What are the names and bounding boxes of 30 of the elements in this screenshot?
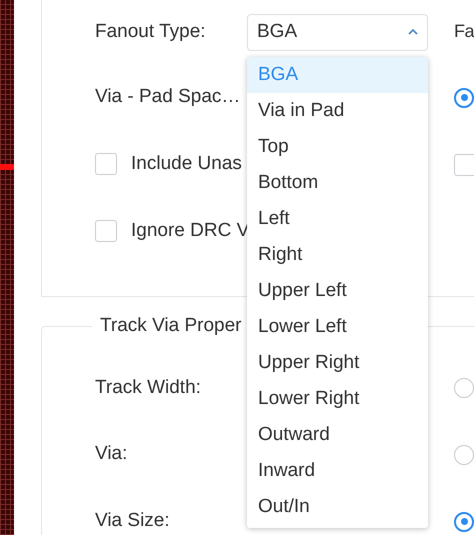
checkbox[interactable] bbox=[95, 153, 117, 176]
field-label: Via Size: bbox=[95, 510, 171, 533]
checkbox-label: Include Unas bbox=[131, 153, 242, 176]
menu-item[interactable]: Upper Left bbox=[247, 272, 428, 308]
radio-button[interactable] bbox=[454, 444, 474, 464]
field-label: Track Width: bbox=[95, 376, 202, 400]
menu-item[interactable]: Bottom bbox=[247, 164, 428, 200]
radio-button[interactable] bbox=[454, 88, 474, 108]
menu-item[interactable]: Outward bbox=[247, 416, 428, 452]
caret-icon bbox=[408, 29, 418, 35]
field-label: Via - Pad Spac… bbox=[95, 86, 242, 109]
menu-item[interactable]: Lower Right bbox=[247, 380, 428, 416]
checkbox[interactable] bbox=[95, 220, 117, 242]
checkbox[interactable] bbox=[454, 154, 474, 176]
menu-item[interactable]: Via in Pad bbox=[247, 92, 428, 128]
field-label: Fa bbox=[454, 21, 474, 43]
field-label: Fanout Type: bbox=[95, 20, 207, 44]
menu-item[interactable]: Right bbox=[247, 236, 428, 272]
menu-item[interactable]: Out/In bbox=[247, 488, 428, 524]
section-title: Track Via Proper bbox=[92, 315, 250, 338]
menu-item[interactable]: Upper Right bbox=[247, 344, 428, 380]
dropdown[interactable]: BGA bbox=[247, 14, 428, 50]
menu-item[interactable]: Left bbox=[247, 200, 428, 236]
radio-button[interactable] bbox=[454, 378, 474, 398]
menu-item[interactable]: Top bbox=[247, 128, 428, 164]
radio-button[interactable] bbox=[454, 512, 474, 532]
menu-item[interactable]: Inward bbox=[247, 452, 428, 488]
field-label: Via: bbox=[95, 443, 128, 466]
menu-item[interactable]: Lower Left bbox=[247, 308, 428, 344]
trace-mark bbox=[0, 164, 14, 170]
